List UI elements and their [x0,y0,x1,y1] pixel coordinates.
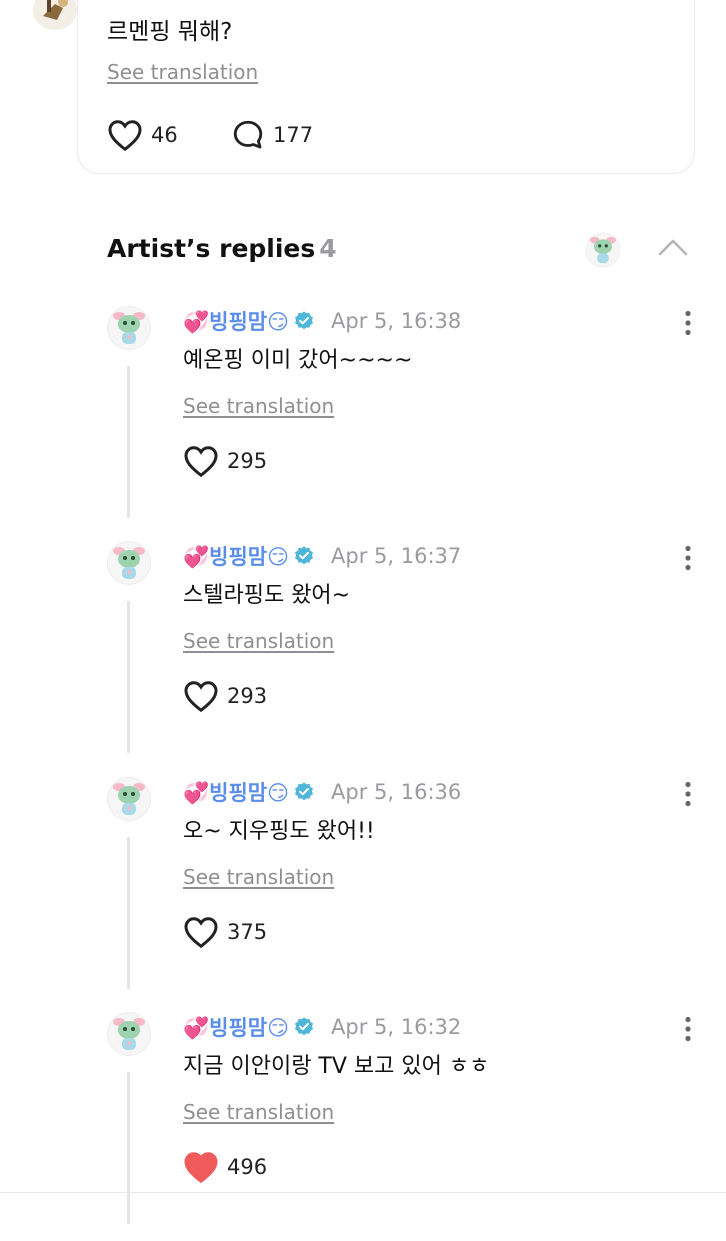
heart-icon [184,917,218,949]
reply-text: 지금 이안이랑 TV 보고 있어 ㅎㅎ [183,1054,490,1079]
post-like-button[interactable]: 46 [107,118,178,152]
reply-timestamp: Apr 5, 16:37 [331,544,462,568]
heart-icon [184,446,218,478]
reply-author-name[interactable]: 💞빙핑맘😏 [183,777,289,807]
reply-like-count: 293 [227,684,268,708]
reply-header: 💞빙핑맘😏 Apr 5, 16:37 [183,543,461,569]
verified-badge-icon [295,311,313,330]
reply-header: 💞빙핑맘😏 Apr 5, 16:36 [183,779,461,805]
reply-like-count: 496 [227,1155,268,1179]
verified-badge-icon [295,1017,313,1036]
artist-avatar-small [584,232,622,268]
divider [0,1192,726,1193]
more-options-icon[interactable] [684,1016,692,1042]
heart-icon [184,681,218,713]
reply-like-button[interactable]: 375 [183,915,267,949]
artist-replies-heading: Artist’s replies 4 [107,234,337,263]
artist-replies-title: Artist’s replies [107,234,316,263]
post-comment-button[interactable]: 177 [231,118,313,152]
reply-like-button[interactable]: 295 [183,444,267,478]
thread-line [127,366,130,518]
reply-text: 스텔라핑도 왔어~ [183,583,351,608]
thread-line [127,837,130,989]
post-text: 르멘핑 뭐해? [107,19,233,45]
reply-header: 💞빙핑맘😏 Apr 5, 16:38 [183,308,461,334]
comment-icon [233,120,263,149]
reply-text: 예온핑 이미 갔어~~~~ [183,348,413,373]
collapse-chevron-icon[interactable] [657,236,689,258]
heart-icon [108,120,142,152]
reply-item: 💞빙핑맘😏 Apr 5, 16:38 예온핑 이미 갔어~~~~ See tra… [0,300,726,535]
post-see-translation-link[interactable]: See translation [107,60,258,84]
post-author-avatar[interactable] [33,0,77,30]
verified-badge-icon [295,546,313,565]
reply-like-count: 295 [227,449,268,473]
reply-avatar[interactable] [107,541,151,585]
reply-text: 오~ 지우핑도 왔어!! [183,819,375,844]
reply-see-translation-link[interactable]: See translation [183,629,334,653]
reply-see-translation-link[interactable]: See translation [183,865,334,889]
reply-timestamp: Apr 5, 16:36 [331,780,462,804]
reply-like-count: 375 [227,920,268,944]
reply-avatar[interactable] [107,306,151,350]
thread-line [127,601,130,753]
post-like-count: 46 [151,123,178,147]
reply-item: 💞빙핑맘😏 Apr 5, 16:37 스텔라핑도 왔어~ See transla… [0,535,726,770]
reply-timestamp: Apr 5, 16:32 [331,1015,462,1039]
reply-header: 💞빙핑맘😏 Apr 5, 16:32 [183,1014,461,1040]
reply-author-name[interactable]: 💞빙핑맘😏 [183,306,289,336]
post-comment-count: 177 [273,123,314,147]
reply-like-button[interactable]: 496 [183,1150,267,1184]
reply-avatar[interactable] [107,1012,151,1056]
reply-like-button[interactable]: 293 [183,679,267,713]
reply-see-translation-link[interactable]: See translation [183,1100,334,1124]
reply-item: 💞빙핑맘😏 Apr 5, 16:36 오~ 지우핑도 왔어!! See tran… [0,771,726,1006]
more-options-icon[interactable] [684,310,692,336]
reply-author-name[interactable]: 💞빙핑맘😏 [183,1012,289,1042]
reply-author-name[interactable]: 💞빙핑맘😏 [183,541,289,571]
heart-icon [184,1152,218,1184]
thread-line [127,1072,130,1224]
more-options-icon[interactable] [684,545,692,571]
more-options-icon[interactable] [684,781,692,807]
reply-item: 💞빙핑맘😏 Apr 5, 16:32 지금 이안이랑 TV 보고 있어 ㅎㅎ S… [0,1006,726,1241]
reply-avatar[interactable] [107,777,151,821]
reply-timestamp: Apr 5, 16:38 [331,309,462,333]
reply-see-translation-link[interactable]: See translation [183,394,334,418]
verified-badge-icon [295,782,313,801]
artist-replies-count: 4 [319,234,337,263]
